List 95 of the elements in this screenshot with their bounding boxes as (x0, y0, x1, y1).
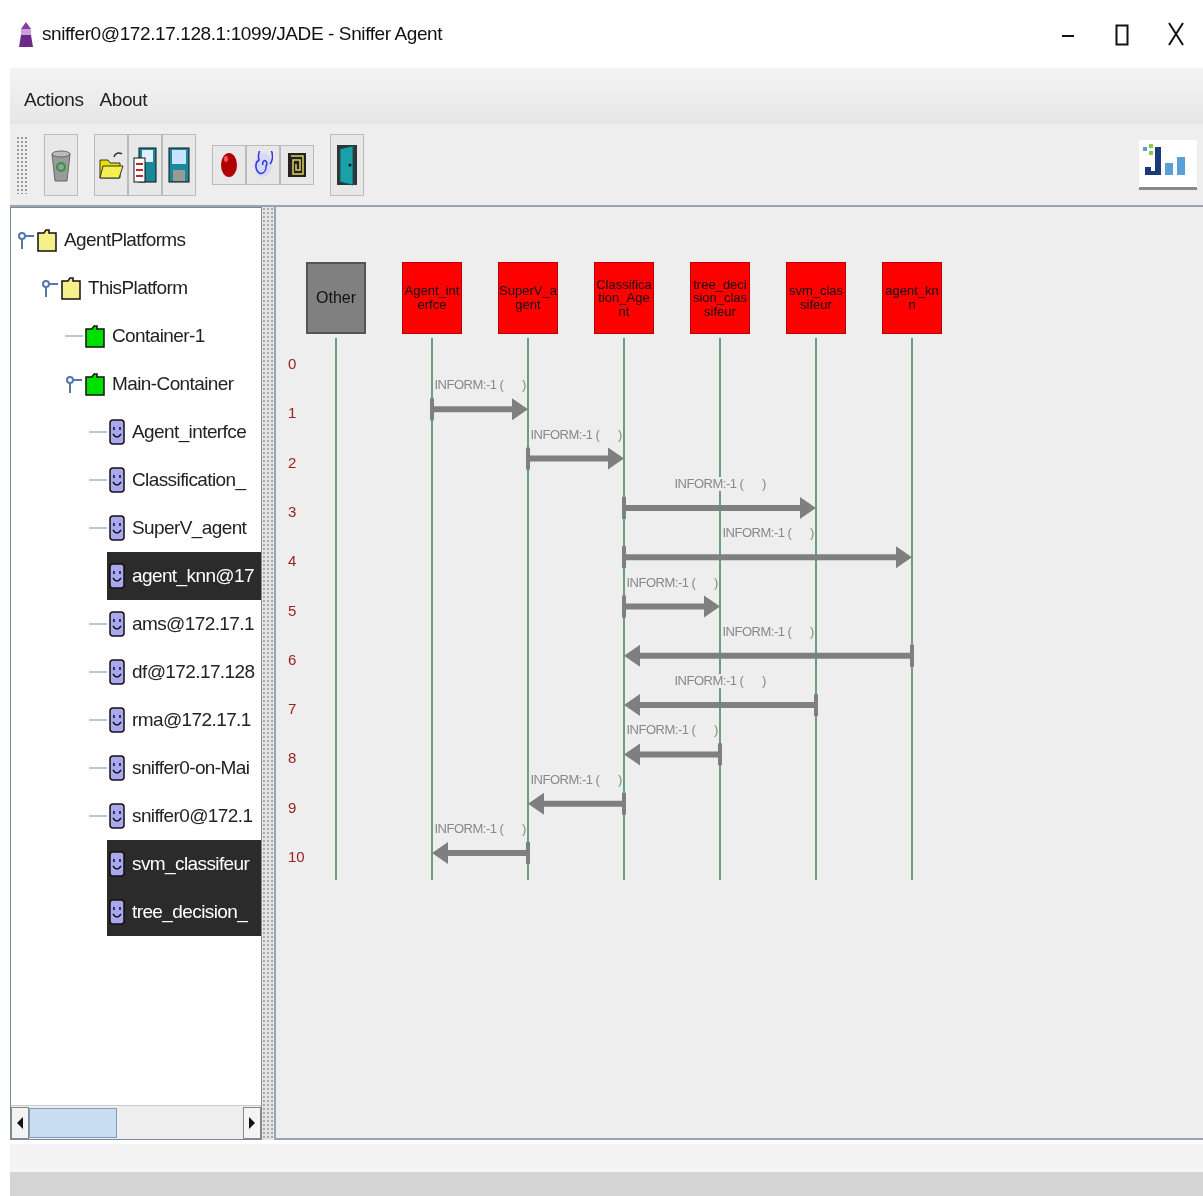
message-label: INFORM:-1 ( ) (434, 822, 526, 837)
scroll-right-button[interactable] (243, 1106, 261, 1139)
row-number: 9 (288, 797, 297, 818)
message-label: INFORM:-1 ( ) (626, 723, 718, 738)
agent-box[interactable]: Other (306, 262, 366, 334)
message-label: INFORM:-1 ( ) (626, 575, 718, 590)
agent-box[interactable]: agent_knn (882, 262, 942, 334)
message-label: INFORM:-1 ( ) (722, 624, 814, 640)
row-number: 10 (288, 847, 305, 867)
agent-icon (109, 707, 125, 733)
message-arrow[interactable] (430, 398, 528, 421)
row-number: 5 (288, 600, 297, 621)
scroll-left-button[interactable] (11, 1106, 29, 1139)
spiral-icon[interactable] (253, 150, 273, 179)
tree-item[interactable]: df@172.17.128 (128, 655, 259, 689)
agent-icon (109, 611, 125, 637)
tree-item[interactable]: AgentPlatforms (60, 223, 190, 257)
folder-icon (37, 228, 57, 252)
agent-icon (109, 515, 125, 541)
document-floppy-icon[interactable] (133, 145, 157, 184)
message-arrow[interactable] (432, 842, 530, 864)
row-number: 2 (288, 452, 297, 473)
right-arrow-icon[interactable] (249, 1117, 255, 1130)
square-spiral-icon[interactable] (287, 151, 307, 178)
record-button[interactable] (212, 144, 246, 185)
message-arrow[interactable] (526, 447, 624, 470)
save-as-button[interactable] (128, 133, 162, 196)
splitter-handle[interactable] (262, 207, 274, 1140)
message-arrow[interactable] (622, 496, 816, 519)
tree-item[interactable]: sniffer0@172.1 (128, 799, 257, 833)
recycle-bin-button[interactable] (44, 133, 78, 196)
horizontal-scrollbar[interactable] (11, 1105, 261, 1139)
open-button[interactable] (94, 133, 128, 196)
tree-item[interactable]: rma@172.17.1 (128, 703, 255, 737)
tree-item[interactable]: Agent_interfce (128, 415, 251, 449)
message-arrow[interactable] (624, 743, 722, 766)
tree-item[interactable]: ams@172.17.1 (128, 607, 258, 641)
agent-icon (109, 563, 125, 589)
message-label: INFORM:-1 ( ) (722, 526, 814, 541)
app-icon (18, 21, 34, 47)
message-label: INFORM:-1 ( ) (434, 378, 526, 393)
agent-icon (109, 755, 125, 781)
agent-icon (109, 899, 125, 925)
ball-icon[interactable] (220, 150, 238, 179)
square-spiral-button[interactable] (280, 144, 314, 185)
row-number: 6 (288, 649, 297, 670)
agent-icon (109, 851, 125, 877)
message-label: INFORM:-1 ( ) (530, 772, 622, 787)
tree-item[interactable]: Classification_ (128, 463, 250, 497)
tree-handle-icon[interactable] (65, 374, 83, 394)
message-label: INFORM:-1 ( ) (674, 476, 766, 492)
left-arrow-icon[interactable] (17, 1117, 23, 1130)
recycle-bin-icon[interactable] (50, 147, 72, 182)
row-number: 4 (288, 551, 297, 572)
window-title: sniffer0@172.17.128.1:1099/JADE - Sniffer Agent (42, 21, 443, 46)
message-arrow[interactable] (624, 694, 818, 717)
agent-box[interactable]: tree_decision_classifeur (690, 262, 750, 334)
menu-item[interactable]: About (91, 85, 156, 115)
agent-icon (109, 467, 125, 493)
agent-icon (109, 659, 125, 685)
agent-icon (109, 803, 125, 829)
maximize-icon[interactable] (1115, 23, 1129, 46)
agent-box[interactable]: Classification_Agent (594, 262, 654, 334)
agent-box[interactable]: Agent_interfce (402, 262, 462, 334)
tree-handle-icon[interactable] (41, 278, 59, 298)
message-label: INFORM:-1 ( ) (674, 674, 766, 689)
folder-icon (85, 372, 105, 396)
folder-icon (85, 324, 105, 348)
row-number: 7 (288, 699, 297, 720)
message-arrow[interactable] (622, 595, 720, 618)
message-arrow[interactable] (624, 644, 914, 667)
tree-item[interactable]: ThisPlatform (84, 271, 192, 305)
close-icon[interactable] (1168, 22, 1184, 47)
scrollbar-thumb[interactable] (29, 1107, 117, 1138)
row-number: 3 (288, 501, 297, 522)
row-number: 1 (288, 403, 297, 424)
menu-item[interactable]: Actions (16, 85, 92, 115)
agent-box[interactable]: SuperV_agent (498, 262, 558, 334)
message-arrow[interactable] (528, 792, 626, 815)
spiral-button[interactable] (246, 144, 280, 185)
row-number: 0 (288, 354, 297, 374)
tree-item[interactable]: sniffer0-on-Mai (128, 751, 254, 785)
tree-item[interactable]: SuperV_agent (128, 511, 251, 545)
door-icon[interactable] (335, 142, 359, 187)
agent-box[interactable]: svm_classifeur (786, 262, 846, 334)
folder-icon (61, 276, 81, 300)
tree-item[interactable]: Main-Container (108, 367, 238, 401)
message-arrow[interactable] (622, 546, 912, 569)
tree-handle-icon[interactable] (17, 230, 35, 250)
row-number: 8 (288, 748, 297, 769)
message-label: INFORM:-1 ( ) (530, 427, 622, 442)
agent-icon (109, 419, 125, 445)
tree-item[interactable]: Container-1 (108, 319, 209, 353)
save-button[interactable] (162, 133, 196, 196)
exit-button[interactable] (330, 133, 364, 196)
